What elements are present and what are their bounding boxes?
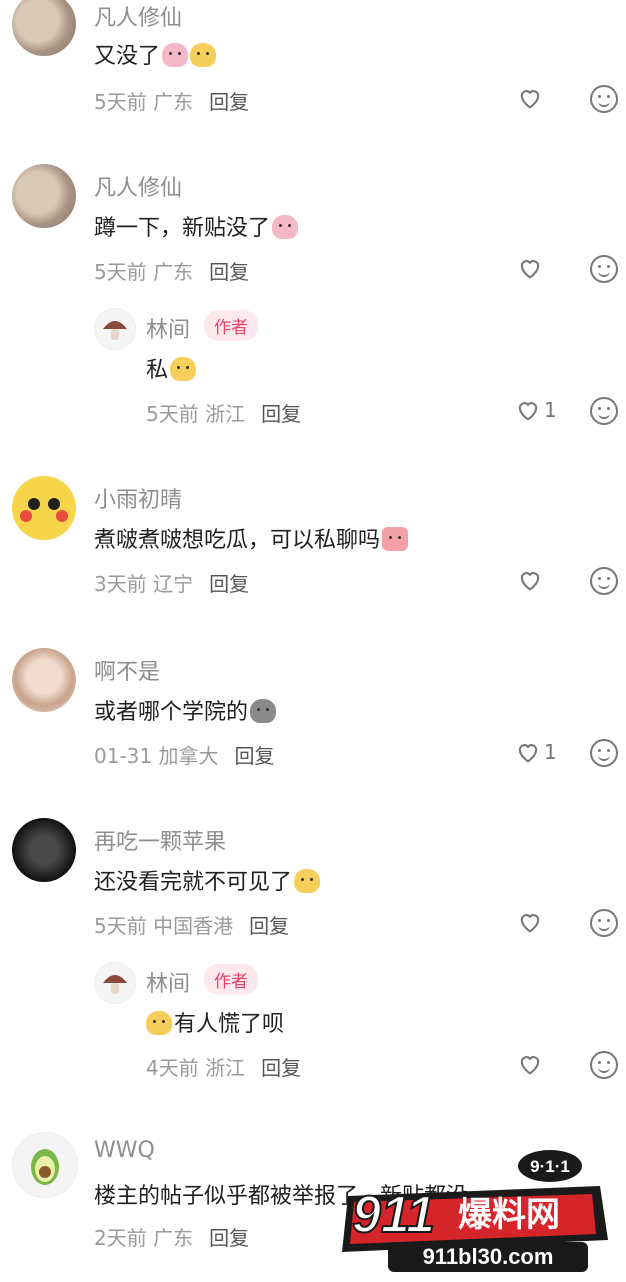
avatar[interactable]	[12, 1132, 78, 1198]
avatar[interactable]	[12, 0, 76, 56]
reply-button[interactable]: 回复	[209, 90, 249, 114]
like-count: 1	[544, 740, 557, 764]
duck-emoji-icon	[170, 357, 197, 381]
smiley-icon[interactable]	[590, 255, 618, 283]
comment-meta: 2天前 广东 回复	[94, 1226, 250, 1250]
avatar[interactable]	[12, 648, 76, 712]
commenter-name[interactable]: 啊不是	[94, 654, 160, 686]
reply-button[interactable]: 回复	[261, 402, 301, 426]
commenter-name[interactable]: 林间	[146, 966, 190, 998]
author-badge: 作者	[204, 964, 258, 995]
avatar[interactable]	[94, 308, 136, 350]
comment-text: 或者哪个学院的	[94, 694, 277, 726]
reply-button[interactable]: 回复	[209, 1226, 249, 1250]
comment-meta: 5天前 中国香港 回复	[94, 914, 290, 938]
reply-button[interactable]: 回复	[261, 1056, 301, 1080]
comment-text: 私	[146, 352, 197, 384]
smiley-icon[interactable]	[590, 909, 618, 937]
commenter-name[interactable]: 凡人修仙	[94, 0, 182, 32]
mushroom-icon	[103, 975, 127, 994]
comment-text: 蹲一下，新贴没了	[94, 210, 299, 242]
reply-button[interactable]: 回复	[209, 572, 249, 596]
heart-outline-icon[interactable]	[516, 1050, 544, 1078]
watermark-url: 911bl30.com	[423, 1244, 554, 1269]
watermark-badge: 9·1·1	[530, 1157, 570, 1176]
comment-text: 还没看完就不可见了	[94, 864, 321, 896]
smiley-icon[interactable]	[590, 85, 618, 113]
comment-meta: 5天前 浙江 回复	[146, 402, 302, 426]
pig-emoji-icon	[162, 43, 189, 67]
duck-emoji-icon	[146, 1011, 172, 1035]
watermark-brand-num: 911	[352, 1186, 435, 1244]
smiley-icon[interactable]	[590, 739, 618, 767]
comment-meta: 5天前 广东 回复	[94, 260, 250, 284]
pig-emoji-icon	[272, 215, 299, 239]
duck-emoji-icon	[190, 43, 217, 67]
comment-meta: 5天前 广东 回复	[94, 90, 250, 114]
avatar[interactable]	[94, 962, 136, 1004]
avatar[interactable]	[12, 476, 76, 540]
heart-outline-icon[interactable]	[514, 396, 542, 424]
reply-button[interactable]: 回复	[249, 914, 289, 938]
commenter-name[interactable]: 再吃一颗苹果	[94, 824, 226, 856]
smiley-icon[interactable]	[590, 567, 618, 595]
reply-button[interactable]: 回复	[234, 744, 274, 768]
smiley-icon[interactable]	[590, 397, 618, 425]
heart-outline-icon[interactable]	[516, 566, 544, 594]
commenter-name[interactable]: WWQ	[94, 1138, 155, 1163]
avatar[interactable]	[12, 164, 76, 228]
heart-outline-icon[interactable]	[516, 84, 544, 112]
comment-meta: 01-31 加拿大 回复	[94, 744, 275, 768]
author-badge: 作者	[204, 310, 258, 341]
commenter-name[interactable]: 凡人修仙	[94, 170, 182, 202]
avocado-icon	[31, 1149, 59, 1185]
comment-text: 煮啵煮啵想吃瓜，可以私聊吗	[94, 522, 409, 554]
avatar[interactable]	[12, 818, 76, 882]
comment-meta: 3天前 辽宁 回复	[94, 572, 250, 596]
duck-emoji-icon	[294, 869, 321, 893]
commenter-name[interactable]: 小雨初晴	[94, 482, 182, 514]
pikachu-face-icon	[20, 498, 68, 522]
mushroom-icon	[103, 321, 127, 340]
watermark-brand-cn: 爆料网	[458, 1195, 560, 1235]
poop-emoji-icon	[250, 699, 277, 723]
heart-outline-icon[interactable]	[514, 738, 542, 766]
comment-text: 又没了	[94, 38, 217, 70]
comment-text: 有人慌了呗	[146, 1006, 284, 1038]
heart-outline-icon[interactable]	[516, 254, 544, 282]
embarrassed-emoji-icon	[382, 527, 409, 551]
comment-meta: 4天前 浙江 回复	[146, 1056, 302, 1080]
smiley-icon[interactable]	[590, 1051, 618, 1079]
like-count: 1	[544, 398, 557, 422]
heart-outline-icon[interactable]	[516, 908, 544, 936]
commenter-name[interactable]: 林间	[146, 312, 190, 344]
watermark-logo: 9·1·1 911 爆料网 911bl30.com	[330, 1148, 615, 1278]
reply-button[interactable]: 回复	[209, 260, 249, 284]
